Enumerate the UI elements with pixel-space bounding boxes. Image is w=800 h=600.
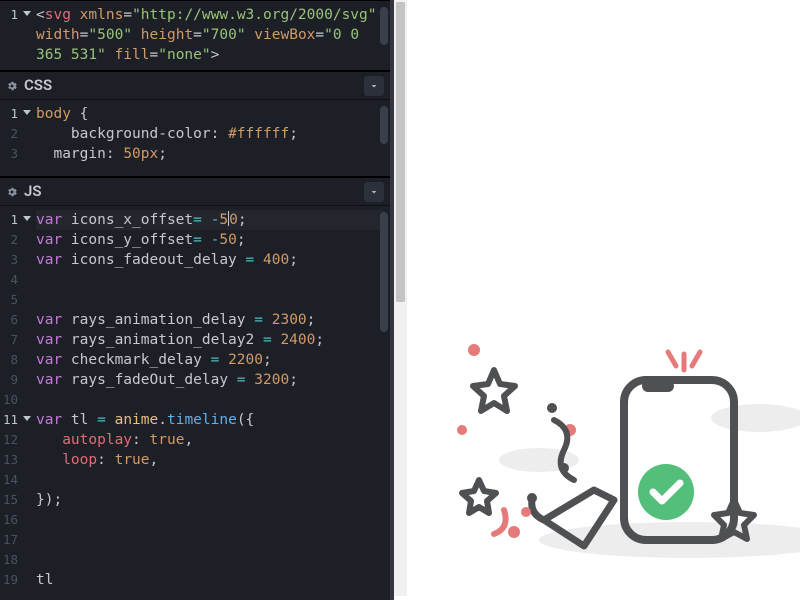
scrollbar-thumb[interactable]: [380, 7, 388, 45]
line-number: 3: [0, 250, 22, 270]
completed-illustration: [444, 300, 800, 600]
panel-title: JS: [24, 184, 42, 199]
html-code[interactable]: <svg xmlns="http://www.w3.org/2000/svg" …: [22, 1, 390, 70]
line-number: 18: [0, 550, 22, 570]
line-number: 3: [0, 144, 22, 164]
line-number: 7: [0, 330, 22, 350]
panel-title: CSS: [24, 78, 52, 93]
preview-scrollbar[interactable]: [394, 0, 407, 596]
line-number: 16: [0, 510, 22, 530]
star-icon: [473, 370, 515, 411]
line-number: 11: [0, 410, 22, 430]
panel-js: JS 12345678910111213141516171819 var ico…: [0, 176, 390, 600]
scrollbar-thumb[interactable]: [380, 212, 388, 332]
html-gutter: 1: [0, 1, 22, 70]
line-number: 13: [0, 450, 22, 470]
line-number: 6: [0, 310, 22, 330]
js-code[interactable]: var icons_x_offset= -50; var icons_y_off…: [22, 206, 390, 600]
js-header[interactable]: JS: [0, 178, 390, 206]
line-number: 1: [0, 5, 22, 25]
line-number: [0, 45, 22, 65]
rays-icon: [668, 352, 700, 370]
line-number: 9: [0, 370, 22, 390]
scrollbar-thumb[interactable]: [396, 2, 405, 302]
line-number: 14: [0, 470, 22, 490]
css-header[interactable]: CSS: [0, 72, 390, 100]
line-number: 2: [0, 124, 22, 144]
line-number: 15: [0, 490, 22, 510]
panel-html: 1 <svg xmlns="http://www.w3.org/2000/svg…: [0, 0, 390, 70]
css-code[interactable]: body { background-color: #ffffff; margin…: [22, 100, 390, 176]
line-number: 19: [0, 570, 22, 590]
line-number: 8: [0, 350, 22, 370]
gear-icon[interactable]: [6, 186, 18, 198]
gear-icon[interactable]: [6, 80, 18, 92]
line-number: 10: [0, 390, 22, 410]
editor-column: 1 <svg xmlns="http://www.w3.org/2000/svg…: [0, 0, 390, 600]
js-gutter: 12345678910111213141516171819: [0, 206, 22, 600]
line-number: 5: [0, 290, 22, 310]
js-code-area[interactable]: 12345678910111213141516171819 var icons_…: [0, 206, 390, 600]
line-number: 2: [0, 230, 22, 250]
panel-css: CSS 1 2 3 body { background-color: #ffff…: [0, 70, 390, 176]
line-number: 12: [0, 430, 22, 450]
scrollbar-thumb[interactable]: [380, 106, 388, 144]
chevron-down-icon[interactable]: [364, 76, 384, 96]
html-code-area[interactable]: 1 <svg xmlns="http://www.w3.org/2000/svg…: [0, 1, 390, 70]
chevron-down-icon[interactable]: [364, 182, 384, 202]
star-icon: [462, 480, 496, 513]
line-number: 17: [0, 530, 22, 550]
line-number: 1: [0, 210, 22, 230]
line-number: 1: [0, 104, 22, 124]
css-code-area[interactable]: 1 2 3 body { background-color: #ffffff; …: [0, 100, 390, 176]
line-number: [0, 25, 22, 45]
line-number: 4: [0, 270, 22, 290]
checkmark-icon: [638, 464, 694, 520]
css-gutter: 1 2 3: [0, 100, 22, 176]
swirl-icon: [494, 510, 506, 534]
preview-pane: [390, 0, 800, 600]
